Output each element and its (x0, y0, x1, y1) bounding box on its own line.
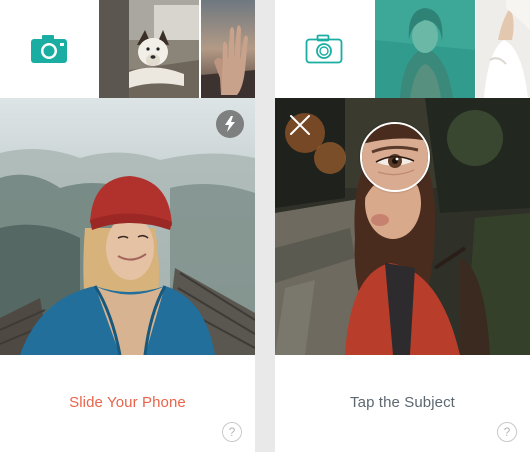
left-screen: Slide Your Phone ? (0, 0, 255, 452)
thumbnail-strip (275, 0, 530, 98)
instruction-text: Tap the Subject (350, 394, 455, 411)
camera-button[interactable] (275, 0, 373, 98)
camera-icon (31, 35, 67, 63)
instruction-text: Slide Your Phone (69, 394, 186, 411)
thumbnail-hand-sunset[interactable] (201, 0, 255, 98)
close-button[interactable] (287, 112, 313, 138)
thumbnail-dog-in-car[interactable] (99, 0, 199, 98)
flash-button[interactable] (216, 110, 244, 138)
magnifier-lens[interactable] (360, 122, 430, 192)
thumbnail-woman-in-white[interactable] (476, 0, 530, 98)
main-photo-street[interactable] (275, 98, 530, 355)
close-icon (290, 115, 310, 135)
camera-icon (305, 34, 343, 64)
thumbnail-strip (0, 0, 255, 98)
thumbnail-portrait-selected[interactable] (375, 0, 475, 98)
help-button[interactable]: ? (222, 422, 242, 442)
help-button[interactable]: ? (497, 422, 517, 442)
right-screen: Tap the Subject ? (275, 0, 530, 452)
lightning-icon (225, 116, 235, 132)
main-photo-bridge[interactable] (0, 98, 255, 355)
camera-button[interactable] (0, 0, 98, 98)
